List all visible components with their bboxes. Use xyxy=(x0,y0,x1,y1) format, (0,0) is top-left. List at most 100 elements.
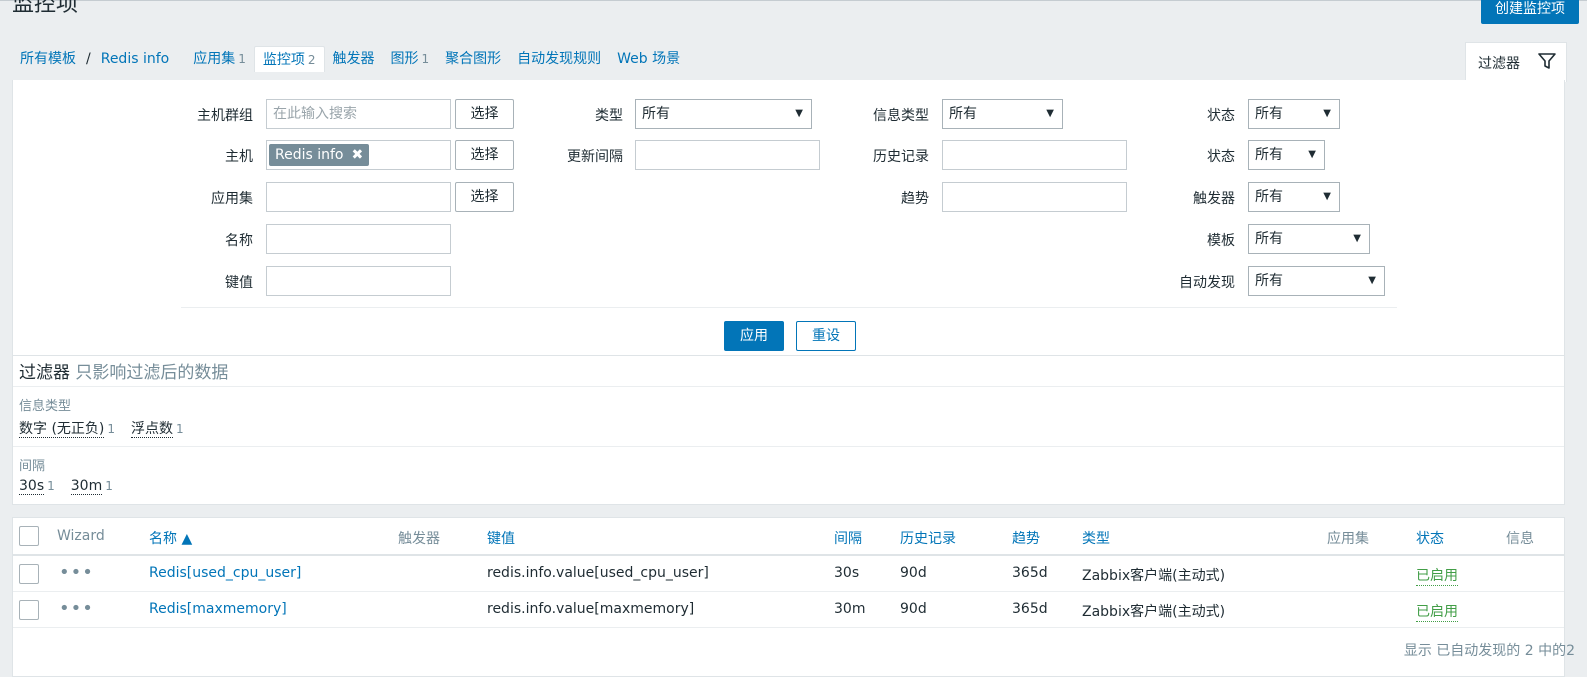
table-row: ••• Redis[maxmemory] redis.info.value[ma… xyxy=(13,592,1564,628)
tab-items[interactable]: 监控项 2 xyxy=(253,46,325,72)
filter-divider xyxy=(181,307,1397,308)
filter-tab-label: 过滤器 xyxy=(1478,55,1520,72)
history-input[interactable] xyxy=(942,140,1127,170)
col-wizard: Wizard xyxy=(57,528,105,544)
subfilter-item[interactable]: 浮点数 1 xyxy=(131,418,184,438)
host-group-select-button[interactable]: 选择 xyxy=(455,99,514,129)
col-history[interactable]: 历史记录 xyxy=(900,528,956,548)
state-select-value: 所有 xyxy=(1255,106,1283,122)
status-select[interactable]: 所有 ▼ xyxy=(1248,140,1325,170)
col-key[interactable]: 键值 xyxy=(487,528,515,548)
breadcrumb-separator: / xyxy=(86,51,91,67)
host-group-input[interactable]: 在此输入搜索 xyxy=(266,99,451,129)
state-select[interactable]: 所有 ▼ xyxy=(1248,99,1340,129)
status-select-value: 所有 xyxy=(1255,147,1283,163)
template-select[interactable]: 所有 ▼ xyxy=(1248,224,1370,254)
subfilter-group-label: 间隔 xyxy=(19,459,46,474)
application-select-button[interactable]: 选择 xyxy=(455,182,514,212)
tab-web-scenarios[interactable]: Web 场景 xyxy=(609,46,688,72)
tab-label: 自动发现规则 xyxy=(517,51,602,67)
wizard-menu-icon[interactable]: ••• xyxy=(59,562,94,583)
subfilter-title: 过滤器 只影响过滤后的数据 xyxy=(19,358,228,383)
tab-label: 图形 xyxy=(390,51,419,67)
dropdown-arrow-icon: ▼ xyxy=(1046,108,1054,119)
items-table: Wizard 名称 ▲ 触发器 键值 间隔 历史记录 趋势 类型 应用集 状态 … xyxy=(12,517,1565,677)
breadcrumb-tabs: 所有模板 / Redis info 应用集 1 监控项 2 触发器 图形 1 聚合图形… xyxy=(12,44,688,74)
key-input[interactable] xyxy=(266,266,451,296)
apply-button[interactable]: 应用 xyxy=(724,321,784,351)
row-checkbox[interactable] xyxy=(19,600,39,620)
type-select[interactable]: 所有 ▼ xyxy=(635,99,812,129)
update-interval-input[interactable] xyxy=(635,140,820,170)
application-input[interactable] xyxy=(266,182,451,212)
filter-icon xyxy=(1538,52,1556,74)
item-type: Zabbix客户端(主动式) xyxy=(1082,568,1226,584)
item-interval: 30m xyxy=(834,601,866,617)
dropdown-arrow-icon: ▼ xyxy=(1323,191,1331,202)
name-input[interactable] xyxy=(266,224,451,254)
item-status-toggle[interactable]: 已启用 xyxy=(1416,565,1458,586)
info-type-label: 信息类型 xyxy=(873,108,929,124)
tab-count: 1 xyxy=(238,52,246,66)
type-select-value: 所有 xyxy=(642,106,670,122)
tab-label: 触发器 xyxy=(332,51,375,67)
trends-input[interactable] xyxy=(942,182,1127,212)
item-trends: 365d xyxy=(1012,565,1048,581)
info-type-select[interactable]: 所有 ▼ xyxy=(942,99,1063,129)
item-history: 90d xyxy=(900,601,927,617)
table-row: ••• Redis[used_cpu_user] redis.info.valu… xyxy=(13,556,1564,592)
host-label: 主机 xyxy=(225,149,253,165)
col-type[interactable]: 类型 xyxy=(1082,528,1110,548)
col-status[interactable]: 状态 xyxy=(1416,528,1444,548)
subfilter-item-value: 30s xyxy=(19,478,45,495)
dropdown-arrow-icon: ▼ xyxy=(1323,108,1331,119)
col-name[interactable]: 名称 ▲ xyxy=(149,528,192,548)
subfilter-group-items: 30s 1 30m 1 xyxy=(19,478,113,495)
breadcrumb-template[interactable]: Redis info xyxy=(93,46,178,72)
create-item-button[interactable]: 创建监控项 xyxy=(1481,0,1579,24)
filter-panel: 主机群组 在此输入搜索 选择 主机 Redis info ✖ 选择 应用集 选择 … xyxy=(12,80,1565,364)
subfilter-group-label: 信息类型 xyxy=(19,399,72,414)
tab-screens[interactable]: 聚合图形 xyxy=(437,46,509,72)
tab-triggers[interactable]: 触发器 xyxy=(325,46,383,72)
info-type-select-value: 所有 xyxy=(949,106,977,122)
item-history: 90d xyxy=(900,565,927,581)
wizard-menu-icon[interactable]: ••• xyxy=(59,598,94,619)
host-tag[interactable]: Redis info ✖ xyxy=(269,144,370,166)
col-trends[interactable]: 趋势 xyxy=(1012,528,1040,548)
host-group-label: 主机群组 xyxy=(197,108,253,124)
triggers-select[interactable]: 所有 ▼ xyxy=(1248,182,1340,212)
breadcrumb-all-templates[interactable]: 所有模板 xyxy=(12,46,84,72)
select-all-checkbox[interactable] xyxy=(19,526,39,546)
subfilter-item[interactable]: 30s 1 xyxy=(19,478,55,495)
key-label: 键值 xyxy=(225,275,253,291)
triggers-label: 触发器 xyxy=(1193,191,1235,207)
item-interval: 30s xyxy=(834,565,860,581)
filter-toggle-tab[interactable]: 过滤器 xyxy=(1465,42,1567,82)
item-name-link[interactable]: Redis[maxmemory] xyxy=(149,601,287,617)
remove-tag-icon[interactable]: ✖ xyxy=(352,147,364,163)
item-name-link[interactable]: Redis[used_cpu_user] xyxy=(149,565,301,581)
subfilter-group-items: 数字 (无正负) 1 浮点数 1 xyxy=(19,418,184,438)
triggers-select-value: 所有 xyxy=(1255,189,1283,205)
tab-applications[interactable]: 应用集 1 xyxy=(185,46,254,72)
item-key: redis.info.value[maxmemory] xyxy=(487,601,695,617)
subfilter-title-text: 过滤器 xyxy=(19,363,70,383)
reset-button[interactable]: 重设 xyxy=(796,321,856,351)
tab-graphs[interactable]: 图形 1 xyxy=(383,46,438,72)
discovery-select[interactable]: 所有 ▼ xyxy=(1248,266,1385,296)
row-checkbox[interactable] xyxy=(19,564,39,584)
page-title: 监控项 xyxy=(12,0,79,17)
subfilter-item[interactable]: 数字 (无正负) 1 xyxy=(19,418,115,438)
col-interval[interactable]: 间隔 xyxy=(834,528,862,548)
dropdown-arrow-icon: ▼ xyxy=(1308,149,1316,160)
item-status-toggle[interactable]: 已启用 xyxy=(1416,601,1458,622)
tab-label: 应用集 xyxy=(193,51,236,67)
discovery-select-value: 所有 xyxy=(1255,273,1283,289)
subfilter-item[interactable]: 30m 1 xyxy=(70,478,113,495)
tab-discovery-rules[interactable]: 自动发现规则 xyxy=(509,46,609,72)
top-border xyxy=(0,0,1587,1)
col-applications: 应用集 xyxy=(1327,531,1369,547)
col-info: 信息 xyxy=(1506,531,1534,547)
host-select-button[interactable]: 选择 xyxy=(455,140,514,170)
